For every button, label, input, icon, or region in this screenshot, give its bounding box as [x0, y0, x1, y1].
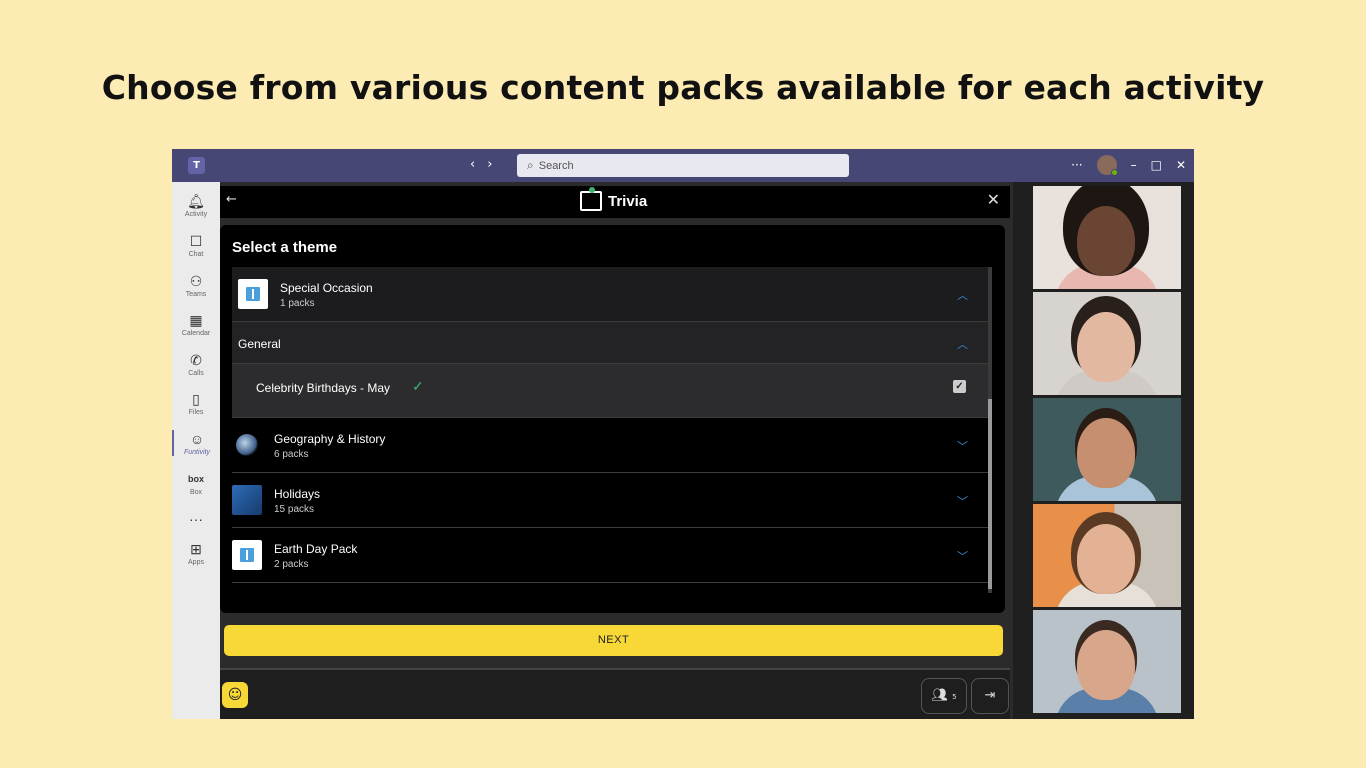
search-icon: ⌕: [527, 158, 534, 172]
chevron-down-icon[interactable]: ﹀: [957, 493, 968, 509]
theme-panel: Select a theme Special Occasion 1 packs …: [220, 225, 1005, 613]
back-arrow-button[interactable]: ←: [226, 192, 237, 207]
rail-item-apps[interactable]: ⊞ Apps: [172, 540, 220, 566]
people-icon: 👥︎: [931, 688, 948, 703]
rail-item-activity[interactable]: 🔔︎ Activity: [172, 192, 220, 218]
search-placeholder: Search: [538, 159, 574, 172]
app-rail: 🔔︎ Activity ☐ Chat ⚇ Teams ▦ Calendar ✆ …: [172, 182, 220, 719]
fireworks-icon: [232, 485, 262, 515]
maximize-button[interactable]: □: [1151, 158, 1162, 172]
video-tile-participant-2[interactable]: [1033, 292, 1181, 395]
rail-item-funtivity[interactable]: ☺ Funtivity: [172, 430, 220, 456]
app-title-text: Trivia: [608, 192, 648, 210]
subgroup-row-general[interactable]: General ︿: [232, 322, 988, 364]
rail-more-button[interactable]: ···: [172, 510, 220, 528]
next-button[interactable]: NEXT: [224, 625, 1003, 656]
chevron-up-icon[interactable]: ︿: [957, 336, 968, 352]
presence-available-icon: [1110, 169, 1118, 176]
more-apps-icon: ···: [189, 511, 203, 527]
box-icon: box: [187, 474, 204, 484]
close-app-button[interactable]: ✕: [987, 190, 1000, 209]
search-input[interactable]: ⌕ Search: [517, 154, 849, 177]
rail-item-chat[interactable]: ☐ Chat: [172, 232, 220, 258]
minimize-button[interactable]: –: [1131, 158, 1137, 172]
funtivity-icon: ☺: [189, 431, 205, 447]
funtivity-logo-icon[interactable]: ☺: [222, 682, 248, 708]
video-tile-participant-4[interactable]: [1033, 504, 1181, 607]
panel-title: Select a theme: [232, 239, 338, 256]
checkmark-icon: ✓: [412, 378, 424, 394]
video-stage: [1013, 182, 1194, 719]
theme-list: Special Occasion 1 packs ︿ General ︿ Cel…: [232, 267, 990, 593]
theme-row-earth-day[interactable]: Earth Day Pack 2 packs ﹀: [232, 528, 988, 583]
trivia-app: ← Trivia ✕ Select a theme Special Occasi…: [220, 182, 1013, 719]
video-tile-participant-5[interactable]: [1033, 610, 1181, 713]
theme-row-geography-history[interactable]: Geography & History 6 packs ﹀: [232, 418, 988, 473]
participant-face: [1077, 312, 1135, 382]
back-arrow-icon[interactable]: ‹: [470, 157, 475, 172]
theme-row-special-occasion[interactable]: Special Occasion 1 packs ︿: [232, 267, 988, 322]
bell-icon: 🔔︎: [187, 193, 205, 209]
pack-row[interactable]: Celebrity Birthdays - May ✓ ✓: [232, 364, 988, 418]
chat-icon: ☐: [189, 233, 203, 249]
pack-checkbox[interactable]: ✓: [953, 380, 966, 393]
trivia-tv-icon: [580, 187, 602, 211]
list-scrollbar[interactable]: [988, 267, 992, 593]
participant-face: [1077, 524, 1135, 594]
file-icon: ▯: [192, 391, 200, 407]
exit-button[interactable]: ⇥: [971, 678, 1009, 714]
teams-icon: ⚇: [189, 273, 203, 289]
user-avatar[interactable]: [1096, 155, 1118, 176]
exit-icon: ⇥: [984, 688, 996, 703]
building-icon: [232, 540, 262, 570]
participant-face: [1077, 206, 1135, 276]
history-nav: ‹ ›: [470, 157, 492, 172]
rail-item-files[interactable]: ▯ Files: [172, 390, 220, 416]
more-options-icon[interactable]: ···: [1071, 158, 1082, 172]
globe-icon: [236, 434, 258, 456]
rail-item-calendar[interactable]: ▦ Calendar: [172, 311, 220, 337]
app-footer: ☺ 👥︎ 5 ⇥: [220, 668, 1010, 719]
participants-button[interactable]: 👥︎ 5: [921, 678, 967, 714]
window-controls: ··· – □ ✕: [1071, 155, 1186, 176]
building-icon: [238, 279, 268, 309]
calendar-icon: ▦: [189, 312, 203, 328]
chevron-up-icon[interactable]: ︿: [957, 287, 968, 303]
participant-face: [1077, 418, 1135, 488]
rail-item-teams[interactable]: ⚇ Teams: [172, 272, 220, 298]
chevron-down-icon[interactable]: ﹀: [957, 438, 968, 454]
app-header: ← Trivia ✕: [220, 186, 1010, 218]
close-window-button[interactable]: ✕: [1176, 158, 1186, 172]
scrollbar-thumb[interactable]: [988, 399, 992, 589]
teams-logo-icon: T: [188, 157, 205, 174]
teams-window: T ‹ › ⌕ Search ··· – □ ✕ 🔔︎ Activity ☐ C…: [172, 149, 1194, 719]
participants-count: 5: [952, 693, 957, 701]
app-title: Trivia: [580, 187, 648, 211]
page-headline: Choose from various content packs availa…: [101, 68, 1265, 107]
chevron-down-icon[interactable]: ﹀: [957, 548, 968, 564]
theme-row-holidays[interactable]: Holidays 15 packs ﹀: [232, 473, 988, 528]
title-bar: T ‹ › ⌕ Search ··· – □ ✕: [172, 149, 1194, 182]
rail-item-box[interactable]: box Box: [172, 470, 220, 496]
rail-item-calls[interactable]: ✆ Calls: [172, 351, 220, 377]
participant-face: [1077, 630, 1135, 700]
video-tile-participant-1[interactable]: [1033, 186, 1181, 289]
video-tile-participant-3[interactable]: [1033, 398, 1181, 501]
forward-arrow-icon[interactable]: ›: [487, 157, 492, 172]
phone-icon: ✆: [190, 352, 202, 368]
apps-icon: ⊞: [190, 541, 202, 557]
